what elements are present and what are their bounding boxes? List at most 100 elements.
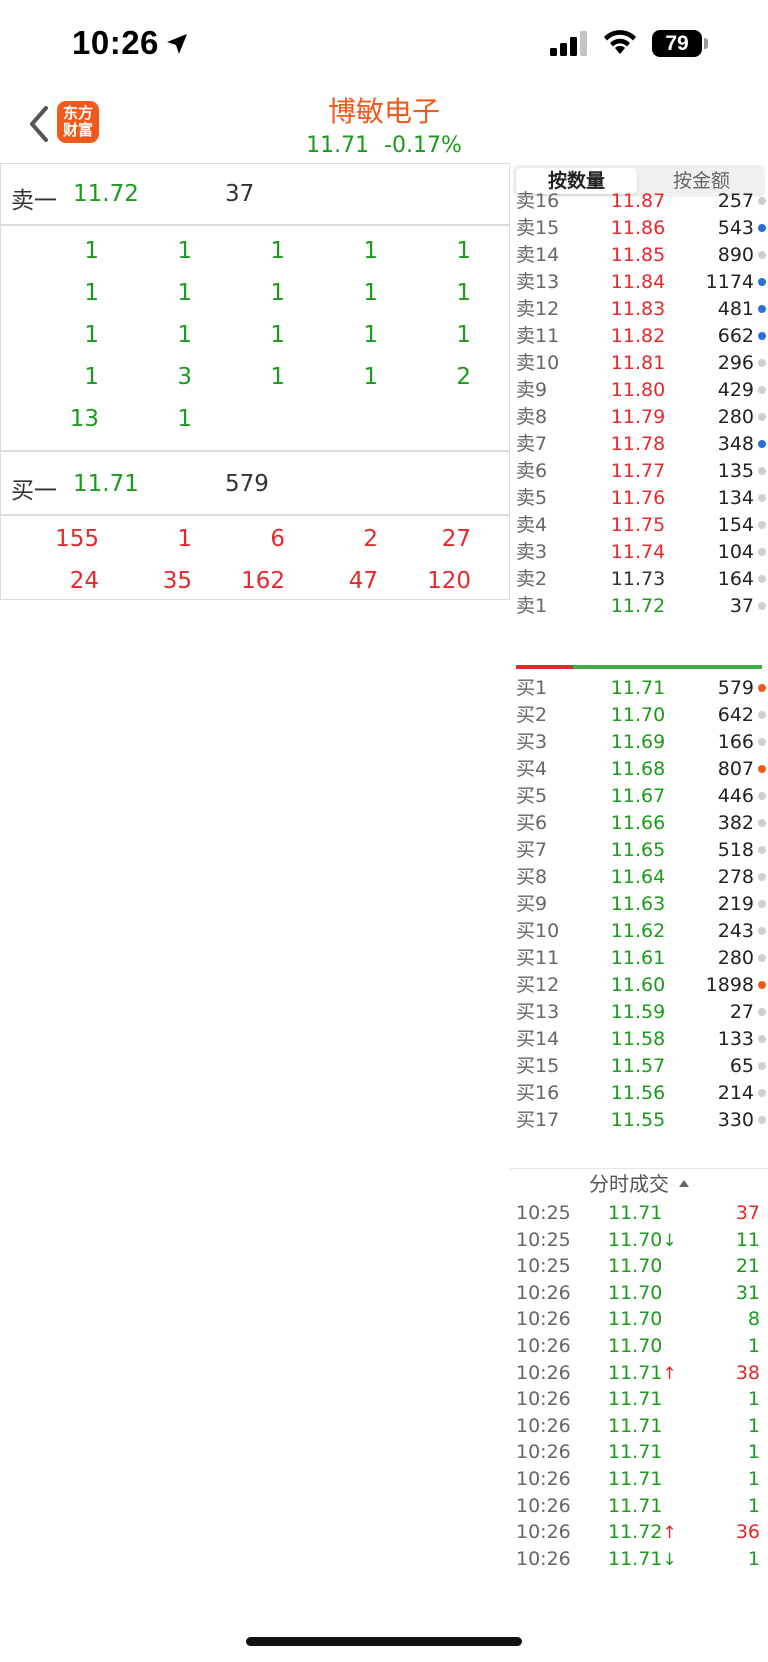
book-level-row[interactable]: 卖12 11.83 481 xyxy=(510,295,768,323)
book-level-price: 11.56 xyxy=(610,1082,666,1104)
book-level-row[interactable]: 买7 11.65 518 xyxy=(510,836,768,864)
queue-order-volume: 2 xyxy=(456,364,471,390)
trade-row: 10:25 11.70 21 xyxy=(510,1252,768,1280)
trade-time: 10:26 xyxy=(516,1388,571,1411)
arrow-down-icon: ↓ xyxy=(662,1230,677,1251)
book-level-row[interactable]: 卖16 11.87 257 xyxy=(510,187,768,215)
sell-queue: 1 1 1 1 1 1 1 1 1 1 1 1 1 1 1 1 3 1 1 2 13 1 xyxy=(1,228,509,452)
book-level-volume: 890 xyxy=(717,244,754,266)
order-dot-icon xyxy=(758,521,766,529)
book-level-row[interactable]: 卖15 11.86 543 xyxy=(510,214,768,242)
book-level-price: 11.84 xyxy=(610,271,666,293)
book-level-row[interactable]: 买8 11.64 278 xyxy=(510,863,768,891)
trade-time: 10:26 xyxy=(516,1494,571,1517)
trade-price: 11.70↓ xyxy=(600,1226,690,1255)
book-level-label: 卖8 xyxy=(516,406,548,428)
buy1-row: 买一 11.71 579 xyxy=(1,454,509,516)
trade-volume: 8 xyxy=(747,1308,760,1331)
trade-price: 11.71 xyxy=(600,1492,690,1520)
trade-price-value: 11.70 xyxy=(608,1228,663,1251)
book-level-row[interactable]: 买9 11.63 219 xyxy=(510,890,768,918)
queue-order-volume: 1 xyxy=(456,322,471,348)
book-level-row[interactable]: 卖3 11.74 104 xyxy=(510,538,768,566)
sell1-volume: 37 xyxy=(225,181,255,207)
book-level-price: 11.65 xyxy=(610,839,666,861)
book-level-row[interactable]: 卖5 11.76 134 xyxy=(510,484,768,512)
book-level-row[interactable]: 买12 11.60 1898 xyxy=(510,971,768,999)
trade-price: 11.71 xyxy=(600,1385,690,1413)
order-dot-icon xyxy=(758,494,766,502)
book-level-row[interactable]: 买1 11.71 579 xyxy=(510,674,768,702)
queue-order-volume: 6 xyxy=(270,526,285,552)
book-level-price: 11.78 xyxy=(610,433,666,455)
book-level-label: 卖6 xyxy=(516,460,548,482)
home-indicator[interactable] xyxy=(246,1637,522,1646)
arrow-up-icon: ↑ xyxy=(662,1363,677,1384)
book-level-volume: 807 xyxy=(717,758,754,780)
trade-time: 10:26 xyxy=(516,1414,571,1437)
queue-order-volume: 155 xyxy=(55,526,99,552)
book-level-price: 11.83 xyxy=(610,298,666,320)
book-level-row[interactable]: 卖6 11.77 135 xyxy=(510,457,768,485)
book-level-row[interactable]: 买10 11.62 243 xyxy=(510,917,768,945)
book-level-row[interactable]: 买16 11.56 214 xyxy=(510,1079,768,1107)
book-level-row[interactable]: 买4 11.68 807 xyxy=(510,755,768,783)
book-level-volume: 104 xyxy=(717,541,754,563)
book-level-row[interactable]: 卖11 11.82 662 xyxy=(510,322,768,350)
order-dot-icon xyxy=(758,224,766,232)
book-level-row[interactable]: 买3 11.69 166 xyxy=(510,728,768,756)
book-level-volume: 164 xyxy=(717,568,754,590)
book-level-row[interactable]: 卖7 11.78 348 xyxy=(510,430,768,458)
book-level-row[interactable]: 卖13 11.84 1174 xyxy=(510,268,768,296)
status-bar: 10:26 79 xyxy=(0,0,768,90)
queue-order-volume: 1 xyxy=(363,238,378,264)
book-level-volume: 429 xyxy=(717,379,754,401)
queue-order-volume: 1 xyxy=(363,322,378,348)
trade-price-value: 11.70 xyxy=(608,1335,663,1357)
book-level-price: 11.69 xyxy=(610,731,666,753)
queue-order-volume: 1 xyxy=(177,406,192,432)
trade-row: 10:26 11.70 8 xyxy=(510,1305,768,1333)
bid-ratio-segment xyxy=(573,665,762,669)
book-level-label: 买15 xyxy=(516,1055,560,1077)
book-level-label: 买13 xyxy=(516,1001,560,1023)
book-level-row[interactable]: 买13 11.59 27 xyxy=(510,998,768,1026)
trade-price-value: 11.70 xyxy=(608,1255,663,1278)
book-level-row[interactable]: 卖14 11.85 890 xyxy=(510,241,768,269)
order-dot-icon xyxy=(758,900,766,908)
order-dot-icon xyxy=(758,819,766,827)
book-level-row[interactable]: 买14 11.58 133 xyxy=(510,1025,768,1053)
book-level-row[interactable]: 买6 11.66 382 xyxy=(510,809,768,837)
book-level-row[interactable]: 买2 11.70 642 xyxy=(510,701,768,729)
book-level-row[interactable]: 买11 11.61 280 xyxy=(510,944,768,972)
book-level-row[interactable]: 卖1 11.72 37 xyxy=(510,592,768,620)
trade-price-value: 11.71 xyxy=(608,1494,663,1517)
book-level-row[interactable]: 买17 11.55 330 xyxy=(510,1106,768,1134)
trade-price: 11.71 xyxy=(600,1465,690,1493)
book-level-row[interactable]: 卖2 11.73 164 xyxy=(510,565,768,593)
book-level-price: 11.74 xyxy=(610,541,666,563)
queue-order-volume: 1 xyxy=(84,280,99,306)
book-level-volume: 446 xyxy=(717,785,754,807)
order-dot-icon xyxy=(758,1062,766,1070)
queue-order-volume: 1 xyxy=(270,238,285,264)
book-level-volume: 135 xyxy=(717,460,754,482)
trade-price: 11.70 xyxy=(600,1305,690,1333)
book-level-row[interactable]: 买5 11.67 446 xyxy=(510,782,768,810)
trade-time: 10:26 xyxy=(516,1547,571,1570)
book-level-label: 买7 xyxy=(516,839,548,861)
trades-header[interactable]: 分时成交 xyxy=(510,1168,768,1198)
trade-price-value: 11.70 xyxy=(608,1281,663,1304)
book-level-row[interactable]: 买15 11.57 65 xyxy=(510,1052,768,1080)
book-level-label: 买8 xyxy=(516,866,548,888)
book-level-row[interactable]: 卖10 11.81 296 xyxy=(510,349,768,377)
book-level-row[interactable]: 卖8 11.79 280 xyxy=(510,403,768,431)
book-level-label: 卖15 xyxy=(516,217,560,239)
book-level-row[interactable]: 卖4 11.75 154 xyxy=(510,511,768,539)
trade-volume: 1 xyxy=(747,1335,760,1357)
book-level-row[interactable]: 卖9 11.80 429 xyxy=(510,376,768,404)
book-level-price: 11.87 xyxy=(610,190,666,212)
book-level-price: 11.73 xyxy=(610,568,666,590)
book-level-price: 11.81 xyxy=(610,352,666,374)
queue-order-volume: 35 xyxy=(162,568,192,594)
